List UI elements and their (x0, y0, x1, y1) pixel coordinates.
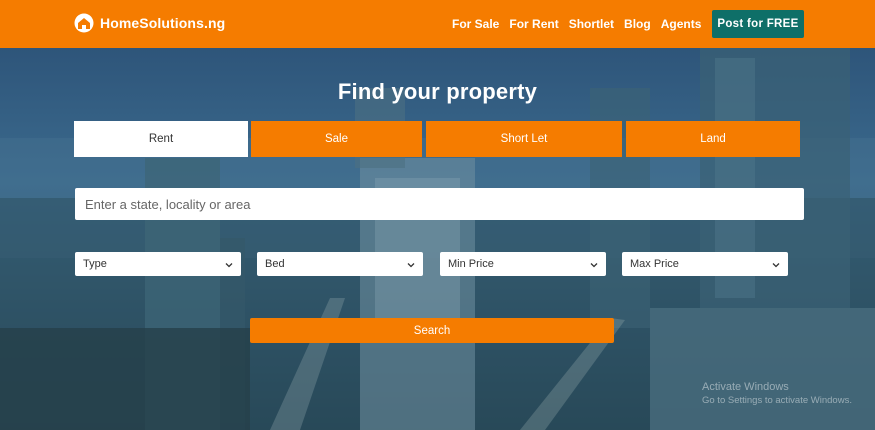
tab-land[interactable]: Land (626, 121, 800, 157)
nav-blog[interactable]: Blog (624, 17, 651, 31)
type-select-label: Type (83, 258, 107, 270)
page-title: Find your property (337, 79, 538, 104)
min-price-select-label: Min Price (448, 258, 494, 270)
chevron-down-icon (772, 260, 780, 268)
watermark-subtitle: Go to Settings to activate Windows. (702, 395, 852, 406)
max-price-select[interactable]: Max Price (622, 252, 788, 276)
post-for-free-button[interactable]: Post for FREE (712, 10, 804, 38)
max-price-select-label: Max Price (630, 258, 679, 270)
hero-background: Find your property Rent Sale Short Let L… (0, 48, 875, 430)
logo-text: HomeSolutions.ng (100, 15, 226, 31)
main-nav: For Sale For Rent Shortlet Blog Agents (452, 17, 711, 31)
nav-for-rent[interactable]: For Rent (509, 17, 558, 31)
nav-for-sale[interactable]: For Sale (452, 17, 499, 31)
search-button[interactable]: Search (250, 318, 614, 343)
watermark-title: Activate Windows (702, 381, 789, 393)
bed-select-label: Bed (265, 258, 285, 270)
house-logo-icon (74, 13, 94, 33)
top-navbar: HomeSolutions.ng For Sale For Rent Short… (0, 0, 875, 48)
bed-select[interactable]: Bed (257, 252, 423, 276)
type-select[interactable]: Type (75, 252, 241, 276)
activate-windows-watermark: Activate Windows Go to Settings to activ… (702, 381, 852, 407)
chevron-down-icon (407, 260, 415, 268)
tab-sale[interactable]: Sale (251, 121, 422, 157)
nav-shortlet[interactable]: Shortlet (569, 17, 614, 31)
logo[interactable]: HomeSolutions.ng (74, 13, 225, 33)
tab-short-let[interactable]: Short Let (426, 121, 622, 157)
city-skyline-image (0, 48, 875, 430)
chevron-down-icon (225, 260, 233, 268)
chevron-down-icon (590, 260, 598, 268)
nav-agents[interactable]: Agents (661, 17, 702, 31)
min-price-select[interactable]: Min Price (440, 252, 606, 276)
location-search-input[interactable] (75, 188, 804, 220)
tab-rent[interactable]: Rent (74, 121, 248, 157)
